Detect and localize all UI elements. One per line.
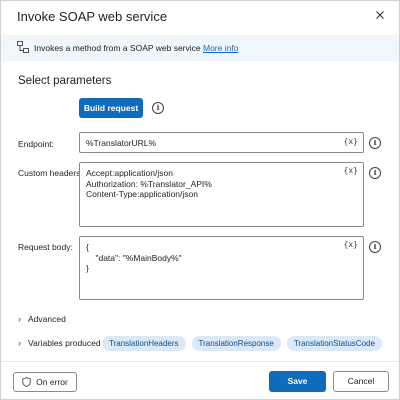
request-body-value: { "data": "%MainBody%" } — [86, 242, 182, 273]
endpoint-label: Endpoint: — [18, 139, 54, 149]
variable-chip-translation-status-code[interactable]: TranslationStatusCode — [286, 336, 382, 351]
cancel-button[interactable]: Cancel — [333, 371, 389, 392]
invoke-soap-dialog: Invoke SOAP web service Invokes a method… — [0, 0, 400, 400]
info-circle-icon[interactable]: i — [369, 167, 381, 179]
info-circle-icon[interactable]: i — [369, 137, 381, 149]
endpoint-field[interactable]: %TranslatorURL% {x} — [79, 132, 364, 153]
variable-picker-icon[interactable]: {x} — [344, 240, 358, 249]
on-error-button[interactable]: On error — [13, 372, 77, 392]
info-text: Invokes a method from a SOAP web service… — [34, 43, 238, 53]
variable-picker-icon[interactable]: {x} — [344, 137, 358, 146]
more-info-link[interactable]: More info — [203, 43, 238, 53]
variable-chip-translation-response[interactable]: TranslationResponse — [191, 336, 281, 351]
custom-headers-value: Accept:application/json Authorization: %… — [86, 168, 212, 199]
close-icon[interactable] — [373, 8, 387, 22]
endpoint-value: %TranslatorURL% — [86, 138, 157, 148]
info-bar: Invokes a method from a SOAP web service… — [1, 35, 399, 61]
info-description: Invokes a method from a SOAP web service — [34, 43, 201, 53]
shield-icon — [22, 377, 31, 387]
on-error-label: On error — [36, 377, 68, 387]
chevron-right-icon: › — [18, 338, 21, 348]
section-title: Select parameters — [18, 75, 112, 87]
build-request-button[interactable]: Build request — [79, 98, 143, 118]
variables-produced-label: Variables produced — [28, 338, 101, 348]
custom-headers-label: Custom headers: — [18, 168, 83, 178]
advanced-label: Advanced — [28, 314, 66, 324]
soap-service-icon — [17, 41, 29, 53]
request-body-label: Request body: — [18, 242, 73, 252]
info-circle-icon[interactable]: i — [369, 241, 381, 253]
footer-divider — [1, 361, 399, 362]
variable-picker-icon[interactable]: {x} — [344, 166, 358, 175]
advanced-expander[interactable]: › Advanced — [18, 314, 66, 324]
variables-produced-expander[interactable]: › Variables produced — [18, 338, 101, 348]
custom-headers-field[interactable]: Accept:application/json Authorization: %… — [79, 162, 364, 227]
request-body-field[interactable]: { "data": "%MainBody%" } {x} — [79, 236, 364, 300]
variable-chip-translation-headers[interactable]: TranslationHeaders — [102, 336, 186, 351]
info-circle-icon[interactable]: i — [152, 102, 164, 114]
save-button[interactable]: Save — [269, 371, 326, 392]
variables-chips: TranslationHeaders TranslationResponse T… — [102, 336, 382, 351]
dialog-title: Invoke SOAP web service — [17, 9, 168, 24]
chevron-right-icon: › — [18, 314, 21, 324]
